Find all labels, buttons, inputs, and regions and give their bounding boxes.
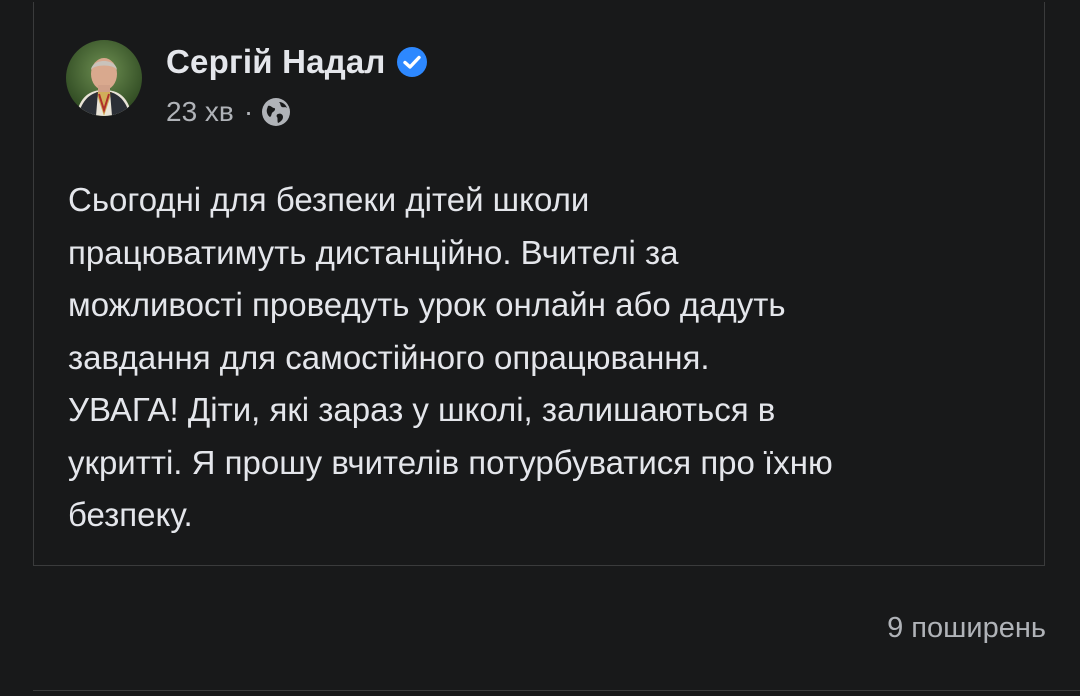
shares-count[interactable]: 9 поширень bbox=[887, 612, 1046, 645]
divider bbox=[33, 690, 1080, 691]
author-name[interactable]: Сергій Надал bbox=[166, 43, 386, 81]
name-row: Сергій Надал bbox=[166, 40, 428, 84]
verified-badge-icon bbox=[396, 46, 428, 78]
globe-icon[interactable] bbox=[261, 97, 291, 127]
post-meta: 23 хв · bbox=[166, 96, 428, 128]
meta-separator: · bbox=[243, 96, 254, 127]
post-time[interactable]: 23 хв bbox=[166, 96, 234, 128]
author-avatar[interactable] bbox=[66, 40, 142, 116]
post-card: Сергій Надал 23 хв · Сьогодні для безпек… bbox=[33, 2, 1045, 566]
header-text: Сергій Надал 23 хв · bbox=[166, 40, 428, 128]
post-header: Сергій Надал 23 хв · bbox=[66, 40, 428, 128]
post-text: Сьогодні для безпеки дітей школи працюва… bbox=[68, 181, 833, 533]
